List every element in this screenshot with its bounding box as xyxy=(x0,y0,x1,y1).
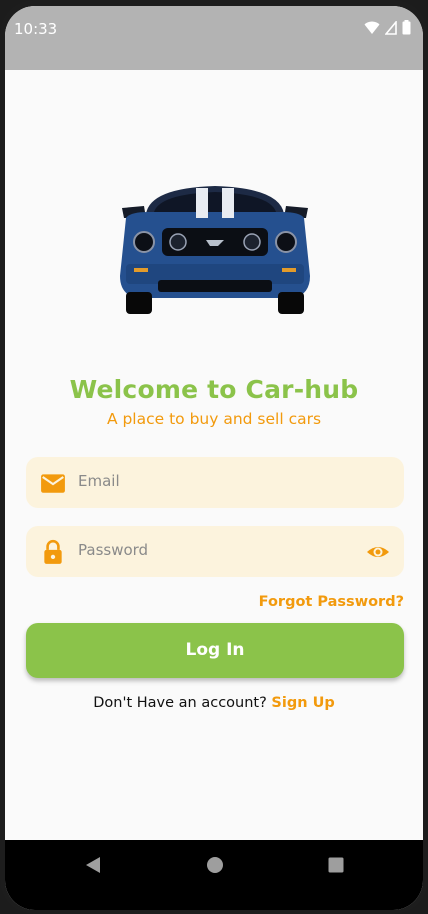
status-icons xyxy=(364,20,411,35)
email-placeholder: Email xyxy=(78,472,120,490)
car-image xyxy=(120,186,310,314)
email-field[interactable]: Email xyxy=(26,457,404,508)
status-bar: 10:33 xyxy=(5,6,423,70)
device-frame: 10:33 Welcome to Car-hub A place to buy … xyxy=(0,0,428,914)
forgot-password-link[interactable]: Forgot Password? xyxy=(259,594,404,610)
signup-link[interactable]: Sign Up xyxy=(271,695,334,711)
welcome-subtitle: A place to buy and sell cars xyxy=(106,410,322,428)
signup-prompt: Don't Have an account? xyxy=(93,695,267,711)
password-field[interactable]: Password xyxy=(26,526,404,577)
login-button[interactable]: Log In xyxy=(26,623,404,678)
screen: 10:33 Welcome to Car-hub A place to buy … xyxy=(5,6,423,910)
signup-row: Don't Have an account? Sign Up xyxy=(5,695,423,711)
password-placeholder: Password xyxy=(78,541,149,559)
recents-icon[interactable] xyxy=(328,856,344,874)
home-icon[interactable] xyxy=(206,856,224,874)
login-screen: Welcome to Car-hub A place to buy and se… xyxy=(5,70,423,840)
battery-icon xyxy=(402,20,411,35)
status-time: 10:33 xyxy=(14,20,58,38)
lock-icon xyxy=(44,539,62,564)
navigation-bar xyxy=(5,840,423,910)
welcome-title: Welcome to Car-hub xyxy=(69,375,359,404)
wifi-icon xyxy=(364,21,380,34)
cell-signal-icon xyxy=(385,20,397,35)
eye-icon[interactable] xyxy=(366,540,390,564)
mail-icon xyxy=(41,474,65,493)
back-icon[interactable] xyxy=(85,856,101,874)
